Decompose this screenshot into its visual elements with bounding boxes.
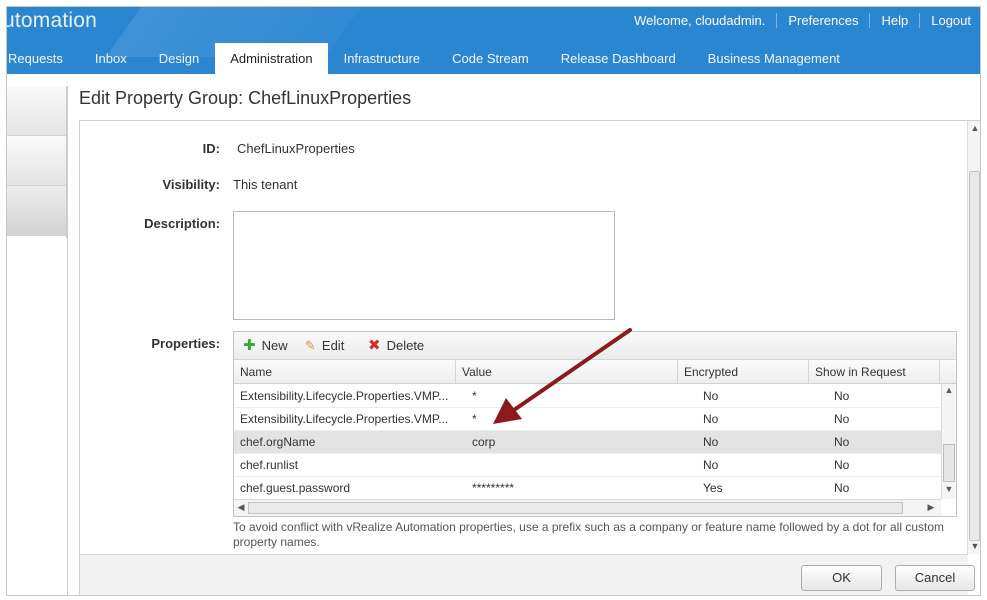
description-input[interactable] [233, 211, 615, 320]
edit-form-panel: ID: ChefLinuxProperties Visibility: This… [79, 120, 980, 595]
plus-icon: ✚ [243, 337, 256, 354]
preferences-link[interactable]: Preferences [776, 13, 869, 28]
tab-design[interactable]: Design [143, 43, 215, 74]
new-button[interactable]: ✚ New [243, 338, 288, 353]
cell-name: chef.guest.password [240, 481, 351, 495]
left-nav-item[interactable] [7, 86, 66, 136]
product-logo: utomation [7, 9, 98, 32]
delete-button-label: Delete [386, 338, 425, 353]
visibility-value: This tenant [233, 177, 298, 192]
left-nav-item-selected[interactable] [7, 186, 66, 236]
column-header-encrypted[interactable]: Encrypted [678, 360, 809, 384]
column-header-name[interactable]: Name [234, 360, 456, 384]
cell-name: chef.orgName [240, 435, 316, 449]
page-title: Edit Property Group: ChefLinuxProperties [79, 88, 412, 108]
edit-button-label: Edit [321, 338, 345, 353]
delete-x-icon: ✖ [368, 337, 381, 354]
scroll-left-arrow-icon[interactable]: ◀ [234, 502, 248, 513]
cell-value: * [472, 412, 477, 426]
grid-horizontal-scrollbar[interactable]: ◀ ▶ [234, 499, 941, 516]
grid-vscroll-thumb[interactable] [943, 444, 955, 482]
delete-button[interactable]: ✖ Delete [368, 338, 424, 353]
tab-infrastructure[interactable]: Infrastructure [328, 43, 437, 74]
tab-requests[interactable]: Requests [7, 43, 79, 74]
table-row[interactable]: chef.runlist No No [234, 454, 941, 477]
cell-show-in-request: No [834, 458, 850, 472]
properties-hint: To avoid conflict with vRealize Automati… [233, 520, 945, 549]
cell-name: Extensibility.Lifecycle.Properties.VMP..… [240, 412, 449, 426]
ok-button[interactable]: OK [801, 565, 882, 591]
welcome-text: Welcome, cloudadmin. [634, 13, 766, 28]
cell-encrypted: No [703, 389, 719, 403]
scroll-down-arrow-icon[interactable]: ▼ [942, 484, 956, 494]
left-nav [7, 86, 67, 238]
cell-show-in-request: No [834, 389, 850, 403]
cell-encrypted: No [703, 435, 719, 449]
cell-show-in-request: No [834, 412, 850, 426]
id-value: ChefLinuxProperties [237, 141, 355, 156]
cell-value: corp [472, 435, 496, 449]
visibility-label: Visibility: [162, 177, 220, 192]
description-label: Description: [144, 216, 220, 231]
user-links: Welcome, cloudadmin. Preferences Help Lo… [623, 13, 980, 28]
table-row[interactable]: chef.guest.password ********* Yes No [234, 477, 941, 500]
cell-encrypted: No [703, 458, 719, 472]
panel-vscroll-thumb[interactable] [969, 171, 980, 541]
app-window: utomation Welcome, cloudadmin. Preferenc… [6, 6, 981, 596]
tab-business-management[interactable]: Business Management [692, 43, 856, 74]
cell-show-in-request: No [834, 435, 850, 449]
scroll-up-arrow-icon[interactable]: ▲ [942, 385, 956, 395]
new-button-label: New [261, 338, 288, 353]
properties-label: Properties: [151, 336, 220, 351]
tab-administration[interactable]: Administration [215, 43, 328, 74]
panel-vertical-scrollbar[interactable]: ▲ ▼ [967, 121, 980, 554]
grid-hscroll-thumb[interactable] [248, 502, 903, 514]
edit-button[interactable]: ✎ Edit [305, 338, 344, 353]
cell-encrypted: Yes [703, 481, 723, 495]
grid-vertical-scrollbar[interactable]: ▲ ▼ [941, 384, 956, 499]
tab-code-stream[interactable]: Code Stream [436, 43, 545, 74]
table-row-selected[interactable]: chef.orgName corp No No [234, 431, 941, 454]
cell-name: chef.runlist [240, 458, 299, 472]
help-link[interactable]: Help [869, 13, 919, 28]
top-banner: utomation Welcome, cloudadmin. Preferenc… [7, 7, 980, 74]
tab-release-dashboard[interactable]: Release Dashboard [545, 43, 692, 74]
properties-grid: ✚ New ✎ Edit ✖ Delete Name Value Encrypt… [233, 331, 957, 517]
panel-scroll-down-icon[interactable]: ▼ [968, 541, 980, 551]
cell-encrypted: No [703, 412, 719, 426]
pencil-icon: ✎ [305, 338, 316, 353]
cell-name: Extensibility.Lifecycle.Properties.VMP..… [240, 389, 449, 403]
table-row[interactable]: Extensibility.Lifecycle.Properties.VMP..… [234, 408, 941, 431]
main-tabs: Requests Inbox Design Administration Inf… [7, 43, 856, 74]
cell-value: ********* [472, 481, 515, 495]
left-nav-item[interactable] [7, 136, 66, 186]
cancel-button[interactable]: Cancel [895, 565, 975, 591]
cell-show-in-request: No [834, 481, 850, 495]
grid-toolbar: ✚ New ✎ Edit ✖ Delete [234, 332, 956, 360]
cell-value: * [472, 389, 477, 403]
panel-scroll-up-icon[interactable]: ▲ [968, 123, 980, 133]
dialog-footer: OK Cancel [80, 554, 975, 595]
scroll-right-arrow-icon[interactable]: ▶ [924, 502, 938, 513]
id-label: ID: [202, 141, 220, 156]
column-header-show-in-request[interactable]: Show in Request [809, 360, 940, 384]
column-header-spacer [940, 360, 956, 384]
tab-inbox[interactable]: Inbox [79, 43, 143, 74]
logout-link[interactable]: Logout [919, 13, 980, 28]
column-header-value[interactable]: Value [456, 360, 678, 384]
table-row[interactable]: Extensibility.Lifecycle.Properties.VMP..… [234, 385, 941, 408]
left-divider [67, 86, 68, 595]
